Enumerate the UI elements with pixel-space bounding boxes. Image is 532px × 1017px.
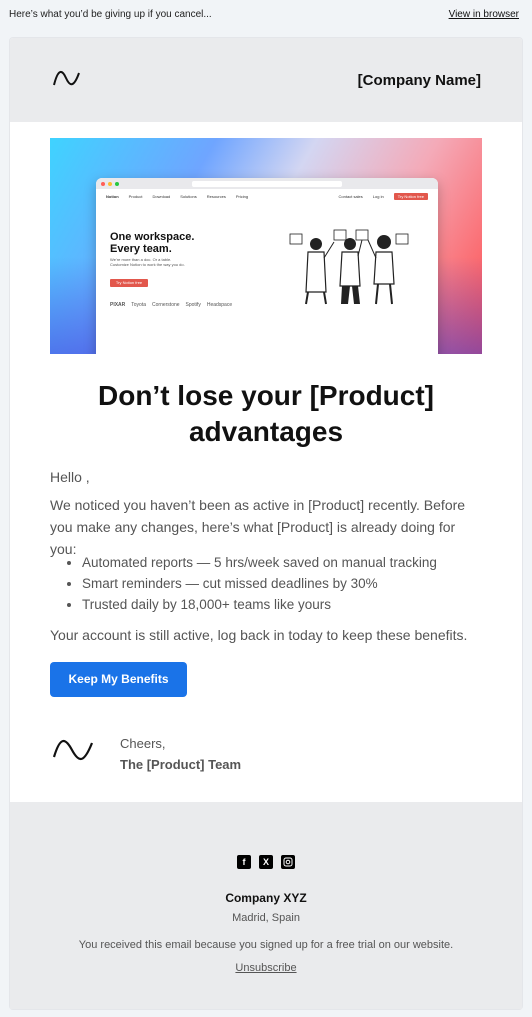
unsubscribe-row: Unsubscribe	[10, 962, 522, 974]
social-links: f X	[10, 855, 522, 869]
company-xyz: Company XYZ	[225, 891, 307, 905]
company-name: [Company Name]	[357, 71, 481, 89]
preheader-bar: Here’s what you’d be giving up if you ca…	[0, 0, 532, 28]
team-name: The [Product] Team	[120, 757, 242, 772]
mockup-headline: One workspace. Every team.	[110, 231, 195, 255]
list-item: Trusted daily by 18,000+ teams like your…	[82, 594, 437, 615]
unsubscribe-link[interactable]: Unsubscribe	[235, 962, 296, 974]
company-location: Madrid, Spain	[232, 912, 300, 924]
view-in-browser-link[interactable]: View in browser	[449, 9, 519, 20]
browser-mockup: Notion Product Download Solutions Resour…	[96, 178, 438, 354]
wave-icon	[52, 735, 94, 770]
cheers-text: Cheers,	[120, 736, 166, 751]
benefits-list: Automated reports — 5 hrs/week saved on …	[82, 552, 437, 615]
preheader-text: Here’s what you’d be giving up if you ca…	[9, 8, 212, 20]
keep-benefits-button[interactable]: Keep My Benefits	[50, 662, 187, 697]
list-item: Automated reports — 5 hrs/week saved on …	[82, 552, 437, 573]
facebook-icon[interactable]: f	[237, 855, 251, 869]
headline: Don’t lose your [Product] advantages	[98, 380, 434, 447]
team-illustration	[289, 229, 409, 305]
x-icon[interactable]: X	[259, 855, 273, 869]
mockup-try-button: Try Notion free	[110, 279, 148, 287]
mockup-subtext: We’re more than a doc. Or a table. Custo…	[110, 257, 185, 267]
email-header: [Company Name]	[10, 38, 522, 122]
greeting: Hello ,	[50, 469, 90, 485]
list-item: Smart reminders — cut missed deadlines b…	[82, 573, 437, 594]
footer-reason: You received this email because you sign…	[78, 939, 454, 951]
instagram-icon[interactable]	[281, 855, 295, 869]
closing-paragraph: Your account is still active, log back i…	[50, 627, 468, 643]
hero-image: Notion Product Download Solutions Resour…	[50, 138, 482, 354]
wave-icon	[52, 67, 82, 94]
mockup-logos: PIXAR Toyota Cornerstone Spotify Headspa…	[110, 302, 233, 308]
signature: Cheers, The [Product] Team	[120, 733, 241, 775]
email-footer: f X Company XYZ Madrid, Spain You receiv…	[10, 802, 522, 1009]
mockup-nav: Notion Product Download Solutions Resour…	[96, 189, 438, 203]
intro-paragraph: We noticed you haven’t been as active in…	[50, 497, 466, 557]
